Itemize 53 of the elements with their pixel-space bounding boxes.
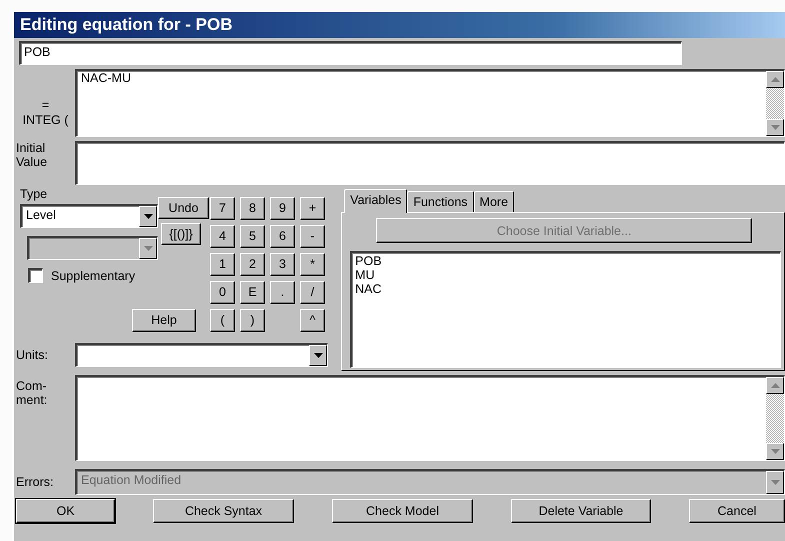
keypad-key[interactable]: 6 [270, 225, 295, 248]
type-label: Type [20, 187, 48, 202]
dialog-button[interactable]: OK [16, 499, 115, 523]
supplementary-checkbox[interactable] [28, 268, 43, 284]
field-label: ment: [16, 393, 48, 408]
dialog-button[interactable]: Check Model [332, 499, 473, 523]
name-field[interactable]: POB [19, 41, 682, 65]
tab[interactable]: More [474, 191, 514, 212]
field-label: Initial [16, 141, 46, 156]
keypad-key[interactable]: 8 [240, 197, 265, 220]
keypad-key[interactable]: 9 [270, 197, 295, 220]
help-button[interactable]: Help [132, 309, 196, 332]
keypad-key[interactable]: 4 [210, 225, 235, 248]
keypad-key[interactable]: E [240, 281, 265, 304]
type-dropdown[interactable]: Level [20, 204, 158, 228]
window-title: Editing equation for - POB [14, 12, 785, 38]
keypad-key[interactable]: 7 [210, 197, 235, 220]
errors-label: Errors: [16, 474, 54, 490]
dropdown-arrow-icon [144, 214, 152, 220]
units-label: Units: [16, 348, 49, 362]
supplementary-label: Supplementary [51, 268, 136, 284]
initial-value-field[interactable] [75, 141, 785, 185]
field-label: Com- [16, 379, 48, 394]
dialog-button[interactable]: Check Syntax [153, 499, 294, 523]
keypad-key[interactable]: 5 [240, 225, 265, 248]
keypad-key[interactable]: - [300, 225, 325, 248]
tab[interactable]: Functions [407, 191, 474, 212]
dialog-button[interactable]: Delete Variable [511, 499, 651, 523]
keypad-key[interactable]: ) [240, 309, 265, 332]
keypad-key[interactable]: ( [210, 309, 235, 332]
units-dropdown[interactable] [75, 343, 328, 367]
undo-button[interactable]: Undo [158, 197, 209, 219]
keypad-key[interactable]: 1 [210, 253, 235, 276]
variable-list-item[interactable]: NAC [355, 282, 777, 297]
equation-label: INTEG ( [22, 112, 68, 127]
keypad-key[interactable]: 3 [270, 253, 295, 276]
dropdown-arrow-icon [770, 480, 780, 485]
keypad-key[interactable]: . [270, 281, 295, 304]
tab[interactable]: Variables [344, 189, 408, 214]
keypad-key[interactable]: / [300, 281, 325, 304]
field-label: Value [16, 155, 48, 170]
keypad-key[interactable]: + [300, 197, 325, 220]
keypad-key[interactable]: * [300, 253, 325, 276]
keypad-key[interactable]: 0 [210, 281, 235, 304]
variable-list-item[interactable]: POB [355, 255, 777, 270]
brackets-button[interactable]: {[()]} [161, 223, 201, 245]
keypad-key[interactable]: 2 [240, 253, 265, 276]
dropdown-arrow-icon [144, 246, 152, 252]
dropdown-arrow-icon [314, 353, 322, 358]
dialog-button[interactable]: Cancel [689, 499, 785, 523]
equation-label: = [42, 98, 50, 113]
variable-list-item[interactable]: MU [355, 269, 777, 283]
keypad-key[interactable]: ^ [300, 309, 325, 332]
